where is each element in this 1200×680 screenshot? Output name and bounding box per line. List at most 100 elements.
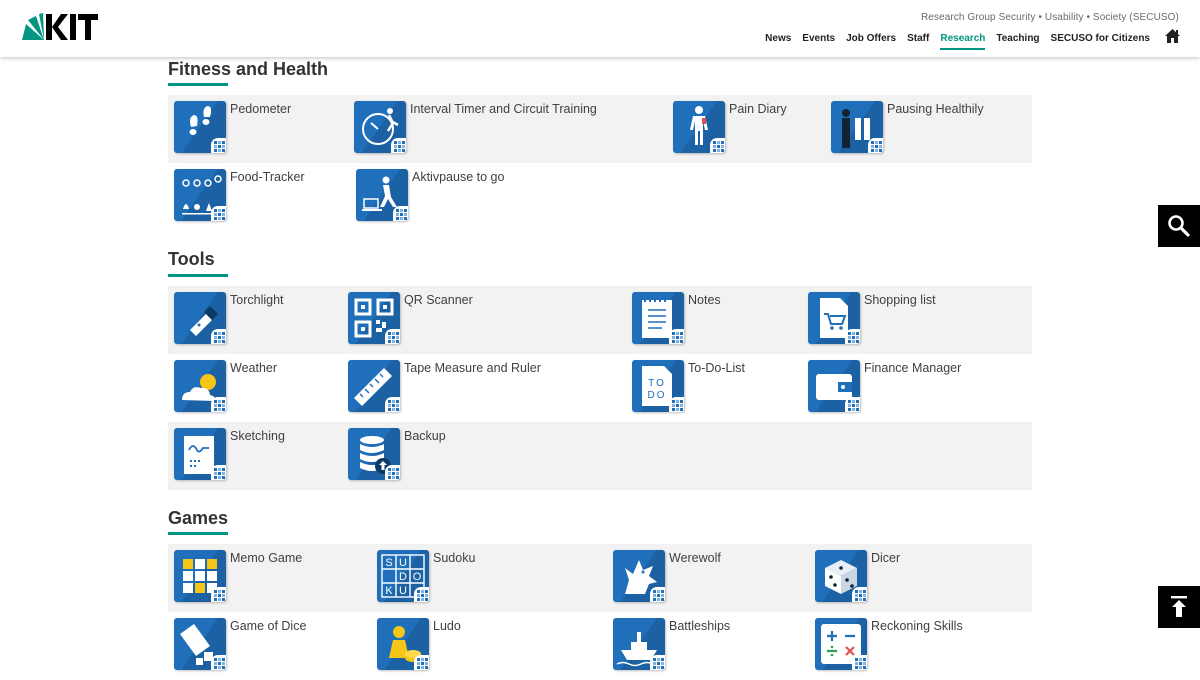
die-icon[interactable] [815,550,867,602]
body-figure-icon[interactable] [673,101,725,153]
app-label[interactable]: Pedometer [230,102,291,116]
app-label[interactable]: Battleships [669,619,730,633]
app-store-badge-icon [393,206,408,221]
app-label[interactable]: Pausing Healthily [887,102,984,116]
back-to-top-button[interactable] [1158,586,1200,628]
app-store-badge-icon [852,587,867,602]
footprints-icon[interactable] [174,101,226,153]
app-store-badge-icon [211,329,226,344]
app-label[interactable]: Game of Dice [230,619,306,633]
svg-text:TO: TO [648,378,666,389]
qr-code-icon[interactable] [348,292,400,344]
notepad-icon[interactable] [632,292,684,344]
app-label[interactable]: Memo Game [230,551,302,565]
app-label[interactable]: Aktivpause to go [412,170,504,184]
app-label[interactable]: Sudoku [433,551,475,565]
main-nav: News Events Job Offers Staff Research Te… [754,33,1150,50]
app-label[interactable]: Weather [230,361,277,375]
nav-events[interactable]: Events [802,33,835,50]
app-row: Torchlight QR Scanner Notes Shopping lis… [168,286,1032,354]
app-store-badge-icon [868,138,883,153]
search-icon [1168,215,1190,237]
sudoku-grid-icon[interactable]: SUDOKU [377,550,429,602]
svg-text:S: S [385,557,392,569]
app-label[interactable]: Backup [404,429,446,443]
desk-exercise-icon[interactable] [356,169,408,221]
nav-teaching[interactable]: Teaching [996,33,1039,50]
app-store-badge-icon [385,329,400,344]
app-row: Pedometer Interval Timer and Circuit Tra… [168,95,1032,163]
sketchpad-icon[interactable] [174,428,226,480]
pause-person-icon[interactable] [831,101,883,153]
app-label[interactable]: To-Do-List [688,361,745,375]
section-title-fitness-and-health: Fitness and Health [168,59,329,79]
home-icon[interactable] [1165,29,1180,43]
app-label[interactable]: Finance Manager [864,361,961,375]
search-button[interactable] [1158,205,1200,247]
app-store-badge-icon [845,397,860,412]
app-label[interactable]: Food-Tracker [230,170,305,184]
app-store-badge-icon [211,397,226,412]
app-store-badge-icon [385,397,400,412]
app-row: Game of Dice Ludo Battleships Reckoning … [168,612,1032,680]
flashlight-icon[interactable] [174,292,226,344]
math-operators-icon[interactable] [815,618,867,670]
dice-cup-icon[interactable] [174,618,226,670]
svg-text:D: D [399,571,407,583]
section-title-underline [168,83,228,86]
nav-staff[interactable]: Staff [907,33,929,50]
app-store-badge-icon [710,138,725,153]
ruler-icon[interactable] [348,360,400,412]
app-store-badge-icon [211,587,226,602]
app-store-badge-icon [650,655,665,670]
svg-text:U: U [399,585,407,597]
app-label[interactable]: Werewolf [669,551,721,565]
app-store-badge-icon [414,587,429,602]
app-store-badge-icon [852,655,867,670]
app-label[interactable]: Dicer [871,551,900,565]
app-store-badge-icon [211,138,226,153]
app-label[interactable]: Sketching [230,429,285,443]
app-row: Food-Tracker Aktivpause to go [168,163,1032,231]
app-store-badge-icon [669,329,684,344]
memo-grid-icon[interactable] [174,550,226,602]
shopping-cart-icon[interactable] [808,292,860,344]
app-row: Weather Tape Measure and Ruler TO DO To-Do… [168,354,1032,422]
food-items-icon[interactable] [174,169,226,221]
stopwatch-runner-icon[interactable] [354,101,406,153]
app-label[interactable]: Pain Diary [729,102,787,116]
app-label[interactable]: Tape Measure and Ruler [404,361,541,375]
wolf-icon[interactable] [613,550,665,602]
ludo-pawn-icon[interactable] [377,618,429,670]
app-label[interactable]: QR Scanner [404,293,473,307]
battleship-icon[interactable] [613,618,665,670]
app-row: Memo Game S U D O K U Sudoku Werewolf Dicer [168,544,1032,612]
nav-secuso-for-citizens[interactable]: SECUSO for Citizens [1051,33,1150,50]
app-store-badge-icon [391,138,406,153]
todo-icon[interactable]: TO DO [632,360,684,412]
research-group-name[interactable]: Research Group Security • Usability • So… [921,12,1179,23]
nav-research[interactable]: Research [940,33,986,50]
wallet-icon[interactable] [808,360,860,412]
app-label[interactable]: Shopping list [864,293,936,307]
app-row: Sketching Backup [168,422,1032,490]
svg-text:U: U [399,557,407,569]
svg-text:DO: DO [648,390,667,401]
sun-cloud-icon[interactable] [174,360,226,412]
app-store-badge-icon [845,329,860,344]
kit-logo[interactable] [22,12,98,42]
app-label[interactable]: Torchlight [230,293,284,307]
app-label[interactable]: Interval Timer and Circuit Training [410,102,597,116]
svg-text:O: O [413,571,422,583]
app-label[interactable]: Ludo [433,619,461,633]
section-title-games: Games [168,508,229,528]
app-label[interactable]: Reckoning Skills [871,619,963,633]
site-header: Research Group Security • Usability • So… [0,0,1200,57]
nav-job-offers[interactable]: Job Offers [846,33,896,50]
database-upload-icon[interactable] [348,428,400,480]
app-store-badge-icon [211,206,226,221]
app-store-badge-icon [669,397,684,412]
nav-news[interactable]: News [765,33,791,50]
section-title-underline [168,532,228,535]
app-label[interactable]: Notes [688,293,721,307]
